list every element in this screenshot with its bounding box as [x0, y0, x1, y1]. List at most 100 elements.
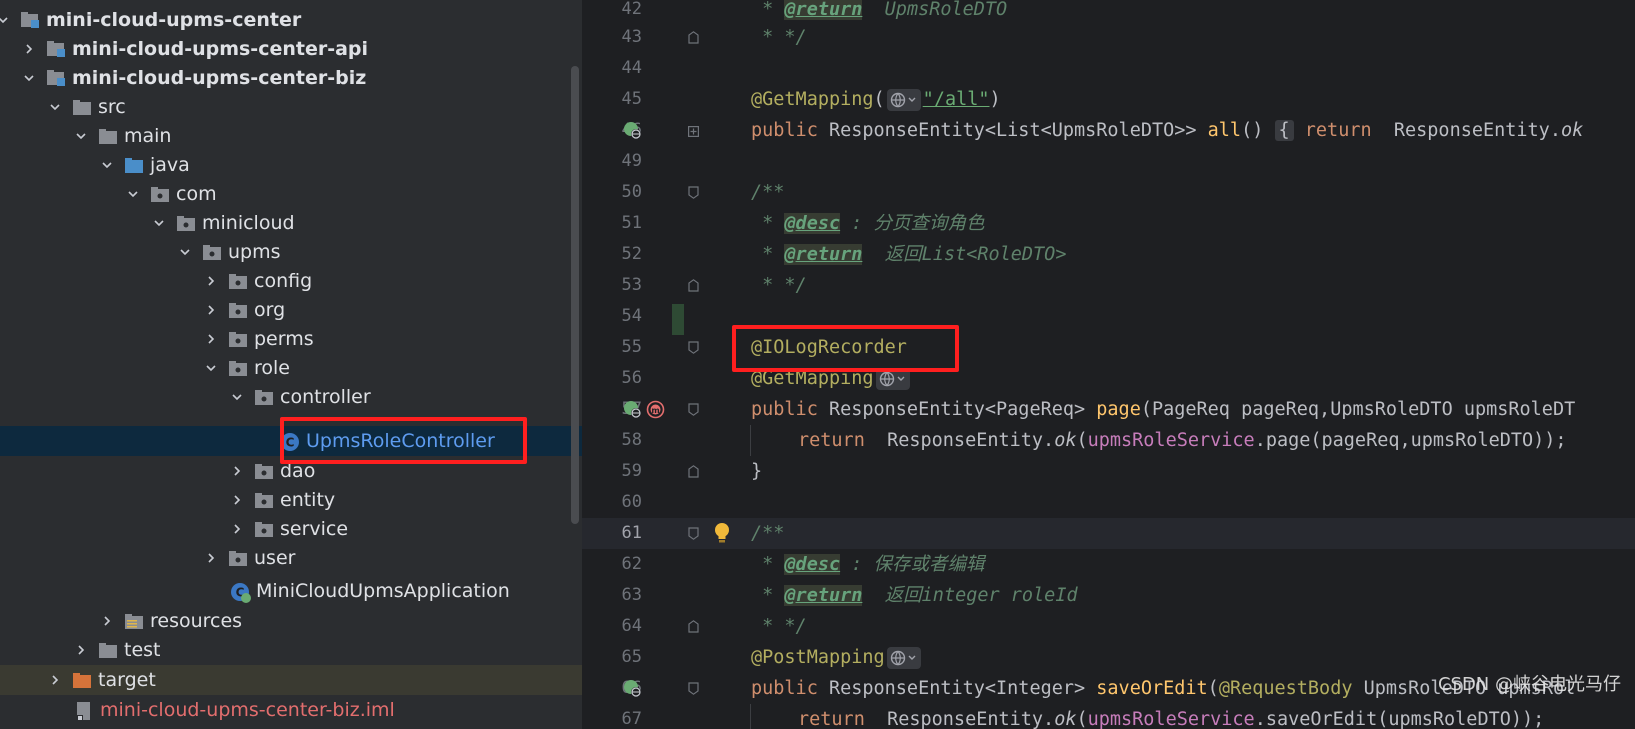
- line-number: 52: [621, 244, 642, 264]
- chevron-right-icon[interactable]: [48, 673, 62, 687]
- chevron-down-icon[interactable]: [48, 100, 62, 114]
- chevron-down-icon[interactable]: [230, 390, 244, 404]
- chevron-down-icon[interactable]: [204, 361, 218, 375]
- chevron-right-icon[interactable]: [22, 42, 36, 56]
- tree-row-perms[interactable]: perms: [0, 324, 582, 354]
- line-number: 65: [621, 647, 642, 667]
- code-text: public ResponseEntity<List<UpmsRoleDTO>>…: [751, 120, 1584, 141]
- line-number: 63: [621, 585, 642, 605]
- fold-end-icon[interactable]: [688, 620, 699, 633]
- tree-row-biz-module[interactable]: mini-cloud-upms-center-biz: [0, 63, 582, 93]
- tree-row-label: service: [280, 518, 349, 540]
- chevron-down-icon[interactable]: [100, 158, 114, 172]
- tree-row-label: src: [98, 96, 126, 118]
- chevron-right-icon[interactable]: [204, 274, 218, 288]
- tree-scrollbar[interactable]: [571, 66, 579, 524]
- fold-start-icon[interactable]: [688, 186, 699, 199]
- fold-start-icon[interactable]: [688, 403, 699, 416]
- code-text: * @return 返回List<RoleDTO>: [751, 244, 1067, 265]
- code-text: }: [751, 461, 763, 482]
- iml-file-icon: [74, 701, 94, 721]
- tree-row-java[interactable]: java: [0, 150, 582, 180]
- tree-row-entity[interactable]: entity: [0, 485, 582, 515]
- tree-row-config[interactable]: config: [0, 266, 582, 296]
- chevron-right-icon[interactable]: [230, 493, 244, 507]
- chevron-right-icon[interactable]: [204, 551, 218, 565]
- code-line: 44: [582, 53, 1635, 84]
- tree-row-user[interactable]: user: [0, 543, 582, 573]
- code-text: return ResponseEntity.ok(upmsRoleService…: [798, 709, 1545, 729]
- line-number: 61: [621, 523, 642, 543]
- code-text: * */: [751, 275, 807, 296]
- chevron-right-icon[interactable]: [74, 643, 88, 657]
- line-number: 62: [621, 554, 642, 574]
- fold-collapsed-icon[interactable]: [688, 125, 699, 138]
- line-number: 51: [621, 213, 642, 233]
- chevron-down-icon[interactable]: [152, 216, 166, 230]
- tree-row-minicloud[interactable]: minicloud: [0, 208, 582, 238]
- fold-end-icon[interactable]: [688, 465, 699, 478]
- code-line: 60: [582, 487, 1635, 518]
- fold-end-icon[interactable]: [688, 31, 699, 44]
- code-line: 64 * */: [582, 611, 1635, 642]
- chevron-right-icon[interactable]: [204, 303, 218, 317]
- chevron-right-icon[interactable]: [204, 332, 218, 346]
- chevron-down-icon[interactable]: [126, 187, 140, 201]
- tree-row-role[interactable]: role: [0, 353, 582, 383]
- code-line: 53 * */: [582, 270, 1635, 301]
- chevron-down-icon[interactable]: [0, 13, 10, 27]
- chevron-right-icon[interactable]: [230, 522, 244, 536]
- tree-row-org[interactable]: org: [0, 295, 582, 325]
- tree-row-label: org: [254, 299, 286, 321]
- line-number: 67: [621, 709, 642, 729]
- chevron-down-icon[interactable]: [178, 245, 192, 259]
- tree-row-label: mini-cloud-upms-center: [46, 9, 302, 31]
- fold-start-icon[interactable]: [688, 682, 699, 695]
- tree-row-upms[interactable]: upms: [0, 237, 582, 267]
- tree-row-application[interactable]: C MiniCloudUpmsApplication: [0, 576, 582, 606]
- line-number: 54: [621, 306, 642, 326]
- tree-row-src[interactable]: src: [0, 92, 582, 122]
- line-number: 58: [621, 430, 642, 450]
- web-endpoint-globe-icon[interactable]: [886, 89, 921, 111]
- module-folder-icon: [46, 69, 66, 87]
- tree-row-label: role: [254, 357, 290, 379]
- tree-row-iml[interactable]: mini-cloud-upms-center-biz.iml: [0, 695, 582, 725]
- chevron-down-icon[interactable]: [74, 129, 88, 143]
- tree-row-controller[interactable]: controller: [0, 382, 582, 412]
- code-line: 63 * @return 返回integer roleId: [582, 580, 1635, 611]
- code-line: 51 * @desc : 分页查询角色: [582, 208, 1635, 239]
- tree-row-main[interactable]: main: [0, 121, 582, 151]
- tree-row-api-module[interactable]: mini-cloud-upms-center-api: [0, 34, 582, 64]
- spring-endpoint-gutter-icon[interactable]: [623, 400, 642, 419]
- highlight-box-controller: [280, 417, 527, 464]
- tree-row-service[interactable]: service: [0, 514, 582, 544]
- lightbulb-icon[interactable]: [714, 522, 730, 544]
- line-number: 59: [621, 461, 642, 481]
- tree-row-target[interactable]: target: [0, 665, 582, 695]
- code-line: 67 return ResponseEntity.ok(upmsRoleServ…: [582, 704, 1635, 729]
- web-endpoint-globe-icon[interactable]: [886, 647, 921, 669]
- fold-start-icon[interactable]: [688, 527, 699, 540]
- package-icon: [254, 462, 274, 480]
- tree-row-label: com: [176, 183, 217, 205]
- chevron-down-icon[interactable]: [22, 71, 36, 85]
- source-root-folder-icon: [124, 156, 144, 174]
- tree-row-module-root[interactable]: mini-cloud-upms-center: [0, 5, 582, 35]
- chevron-right-icon[interactable]: [100, 614, 114, 628]
- tree-row-com[interactable]: com: [0, 179, 582, 209]
- code-text: return ResponseEntity.ok(upmsRoleService…: [798, 430, 1567, 451]
- module-folder-icon: [46, 40, 66, 58]
- aspect-method-gutter-icon[interactable]: m: [646, 400, 665, 419]
- tree-row-test[interactable]: test: [0, 635, 582, 665]
- folder-icon: [72, 98, 92, 116]
- tree-row-label: perms: [254, 328, 314, 350]
- code-text: /**: [751, 523, 785, 544]
- fold-end-icon[interactable]: [688, 279, 699, 292]
- excluded-folder-icon: [72, 671, 92, 689]
- tree-row-resources[interactable]: resources: [0, 606, 582, 636]
- fold-start-icon[interactable]: [688, 341, 699, 354]
- spring-endpoint-gutter-icon[interactable]: [623, 679, 642, 698]
- spring-endpoint-gutter-icon[interactable]: [623, 121, 642, 140]
- chevron-right-icon[interactable]: [230, 464, 244, 478]
